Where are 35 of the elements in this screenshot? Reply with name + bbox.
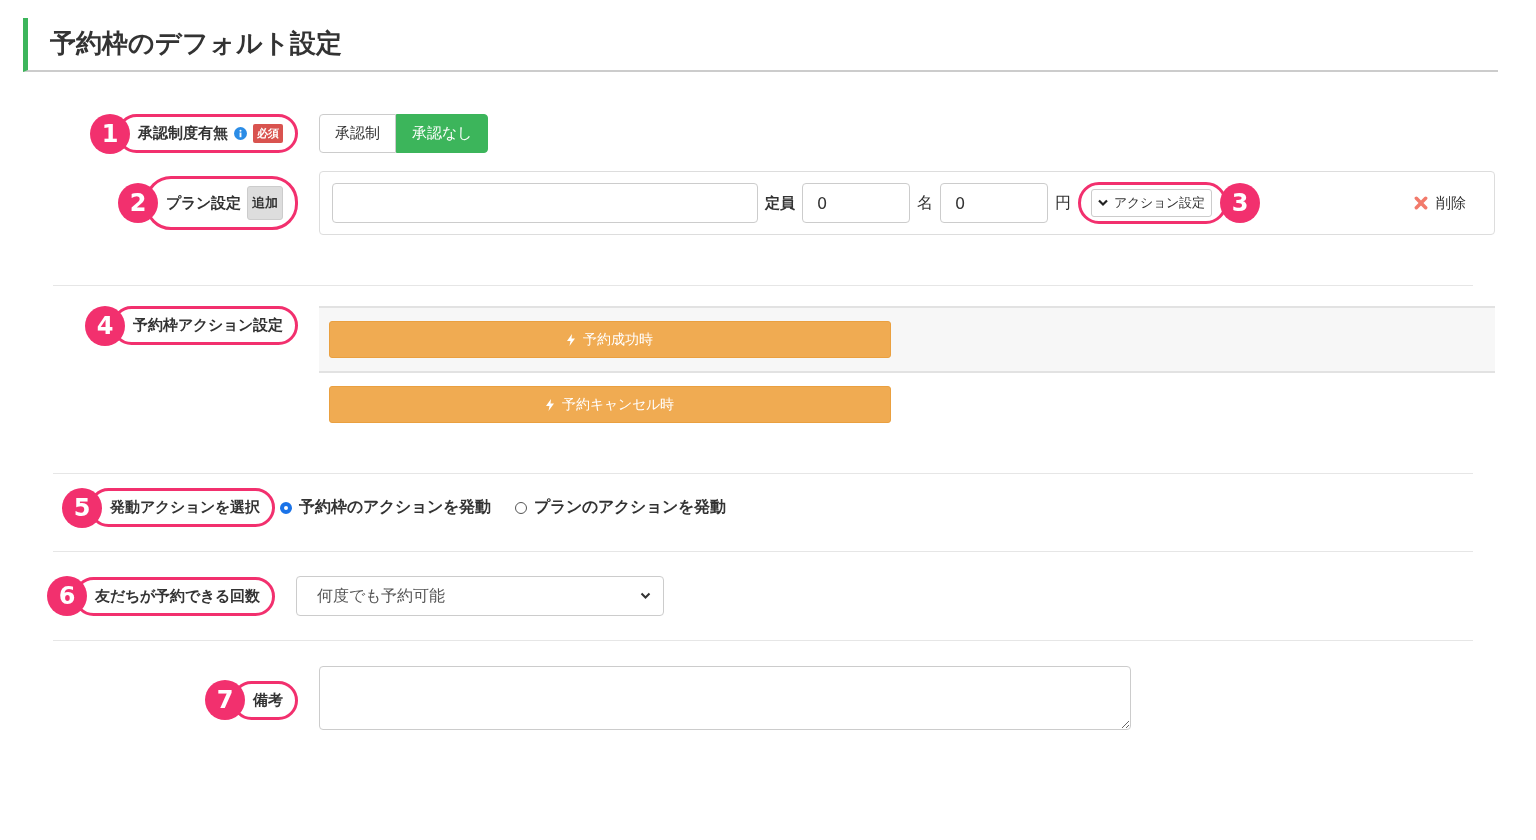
capacity-label: 定員 — [765, 193, 795, 213]
capacity-field[interactable]: 0 — [802, 183, 910, 223]
chevron-down-icon — [1098, 199, 1108, 207]
field-label: 承認制度有無 — [138, 124, 228, 143]
page-title: 予約枠のデフォルト設定 — [23, 18, 1498, 72]
delete-button[interactable]: 削除 — [1408, 192, 1472, 214]
field-label: 予約枠アクション設定 — [133, 316, 283, 335]
radio-option[interactable]: プランのアクションを発動 — [515, 497, 726, 518]
add-button[interactable]: 追加 — [247, 186, 283, 220]
plan-name-field[interactable] — [332, 183, 758, 223]
price-field[interactable]: 0 — [940, 183, 1048, 223]
field-label: 発動アクションを選択 — [110, 498, 260, 517]
info-icon — [234, 127, 247, 140]
callout-number: 3 — [1220, 183, 1260, 223]
callout-number: 2 — [118, 183, 158, 223]
required-badge: 必須 — [253, 124, 283, 143]
chevron-down-icon — [640, 592, 651, 600]
lightning-icon — [567, 333, 575, 346]
radio-option[interactable]: 予約枠のアクションを発動 — [280, 497, 491, 518]
field-label: プラン設定 — [166, 193, 241, 213]
callout-number: 5 — [62, 487, 102, 528]
field-label: 友だちが予約できる回数 — [95, 586, 260, 606]
callout-number: 7 — [205, 680, 245, 720]
toggle-option[interactable]: 承認制 — [319, 114, 396, 153]
lightning-icon — [546, 398, 554, 411]
callout-number: 1 — [90, 113, 130, 154]
unit-label: 円 — [1055, 192, 1071, 214]
count-dropdown[interactable]: 何度でも予約可能 — [296, 576, 664, 616]
notes-field[interactable] — [319, 666, 1131, 730]
action-settings-button[interactable]: アクション設定 — [1091, 189, 1212, 217]
unit-label: 名 — [917, 192, 933, 214]
callout-number: 4 — [85, 305, 125, 346]
close-icon — [1414, 196, 1428, 210]
callout-number: 6 — [47, 576, 87, 616]
field-label: 備考 — [253, 690, 283, 710]
